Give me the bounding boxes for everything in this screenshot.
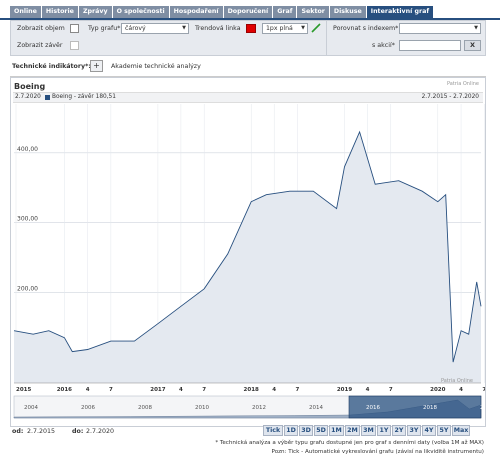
clear-compare-button[interactable]: X: [464, 40, 481, 51]
x-tick-label: 2019: [337, 387, 352, 393]
trend-line-label: Trendová linka: [195, 25, 241, 32]
line-width-select[interactable]: 1px plná ▼: [262, 23, 308, 34]
x-tick-label: 7: [202, 387, 206, 393]
range-button-1m[interactable]: 1M: [329, 425, 344, 436]
y-tick-label: 400,00: [17, 146, 38, 153]
range-button-max[interactable]: Max: [452, 425, 470, 436]
tab-interaktivní-graf[interactable]: Interaktivní graf: [366, 6, 434, 18]
x-tick-label: 7: [109, 387, 113, 393]
show-volume-checkbox[interactable]: [70, 24, 79, 33]
from-label: od:: [12, 428, 24, 435]
pencil-icon[interactable]: [311, 23, 321, 33]
chevron-down-icon: ▼: [474, 25, 478, 31]
overview-tick-label: 2016: [366, 405, 380, 411]
x-tick-label: 2018: [244, 387, 259, 393]
compare-index-select[interactable]: ▼: [399, 23, 481, 34]
compare-index-label: Porovnat s indexem*: [333, 25, 399, 32]
compare-stock-label: s akcií*: [372, 42, 395, 49]
x-tick-label: 2015: [16, 387, 31, 393]
academy-link[interactable]: Akademie technické analýzy: [111, 63, 201, 70]
tab-historie[interactable]: Historie: [41, 6, 78, 18]
tab-online[interactable]: Online: [10, 6, 41, 18]
price-chart[interactable]: 100,00200,00300,00400,002015201647201747…: [11, 78, 485, 426]
add-indicator-button[interactable]: +: [90, 60, 103, 72]
x-tick-label: 2020: [430, 387, 445, 393]
overview-tick-label: 2020: [480, 405, 485, 411]
overview-tick-label: 2008: [138, 405, 152, 411]
x-tick-label: 2017: [150, 387, 165, 393]
tab-diskuse[interactable]: Diskuse: [329, 6, 366, 18]
show-volume-label: Zobrazit objem: [17, 25, 65, 32]
line-width-value: 1px plná: [266, 25, 293, 32]
technical-indicators-row: Technické indikátory*: + Akademie techni…: [10, 58, 486, 77]
range-button-2y[interactable]: 2Y: [392, 425, 406, 436]
range-button-tick[interactable]: Tick: [263, 425, 283, 436]
x-tick-label: 7: [389, 387, 393, 393]
x-tick-label: 4: [366, 387, 370, 393]
overview-tick-label: 2010: [195, 405, 209, 411]
source-bottom: Patria Online: [440, 378, 473, 384]
range-button-5d[interactable]: 5D: [314, 425, 328, 436]
x-tick-label: 2016: [57, 387, 72, 393]
from-date[interactable]: 2.7.2015: [27, 428, 55, 435]
chart-controls-panel: Zobrazit objem Zobrazit závěr Typ grafu*…: [10, 20, 486, 56]
chart-container: Boeing Patria Online 2.7.2020 Boeing - z…: [10, 77, 486, 427]
footnote-1: * Technická analýza a výběr typu grafu d…: [215, 440, 484, 446]
chevron-down-icon: ▼: [182, 25, 186, 31]
chevron-down-icon: ▼: [301, 25, 305, 31]
to-label: do:: [72, 428, 84, 435]
x-tick-label: 7: [482, 387, 485, 393]
overview-tick-label: 2006: [81, 405, 95, 411]
tab-graf[interactable]: Graf: [273, 6, 297, 18]
tab-o-společnosti[interactable]: O společnosti: [112, 6, 169, 18]
range-button-1d[interactable]: 1D: [284, 425, 298, 436]
x-tick-label: 4: [86, 387, 90, 393]
tab-sektor[interactable]: Sektor: [297, 6, 329, 18]
to-date[interactable]: 2.7.2020: [86, 428, 114, 435]
show-close-label: Zobrazit závěr: [17, 42, 63, 49]
overview-tick-label: 2012: [252, 405, 266, 411]
footnote-2: Pozn: Tick - Automatické vykreslování gr…: [271, 449, 484, 455]
trend-color-swatch[interactable]: [246, 24, 256, 33]
panel-divider: [326, 21, 327, 55]
x-tick-label: 4: [272, 387, 276, 393]
chart-type-value: čárový: [125, 25, 146, 32]
x-tick-label: 7: [296, 387, 300, 393]
technical-indicators-label: Technické indikátory*:: [12, 63, 91, 70]
tab-hospodaření[interactable]: Hospodaření: [169, 6, 223, 18]
x-tick-label: 4: [179, 387, 183, 393]
overview-tick-label: 2018: [423, 405, 437, 411]
range-button-4y[interactable]: 4Y: [422, 425, 436, 436]
range-button-1y[interactable]: 1Y: [377, 425, 391, 436]
x-tick-label: 4: [459, 387, 463, 393]
chart-type-select[interactable]: čárový ▼: [121, 23, 189, 34]
overview-tick-label: 2004: [24, 405, 38, 411]
tab-doporučení[interactable]: Doporučení: [223, 6, 273, 18]
y-tick-label: 200,00: [17, 285, 38, 292]
range-button-5y[interactable]: 5Y: [437, 425, 451, 436]
y-tick-label: 300,00: [17, 216, 38, 223]
price-area: [14, 131, 481, 383]
tab-bar: Online Historie Zprávy O společnosti Hospoda…: [10, 6, 434, 18]
range-button-3m[interactable]: 3M: [361, 425, 376, 436]
range-button-3y[interactable]: 3Y: [407, 425, 421, 436]
compare-stock-input[interactable]: [399, 40, 461, 51]
show-close-checkbox[interactable]: [70, 41, 79, 50]
range-button-2m[interactable]: 2M: [345, 425, 360, 436]
range-button-3d[interactable]: 3D: [299, 425, 313, 436]
tab-zprávy[interactable]: Zprávy: [78, 6, 112, 18]
chart-type-label: Typ grafu*: [88, 25, 121, 32]
overview-tick-label: 2014: [309, 405, 323, 411]
